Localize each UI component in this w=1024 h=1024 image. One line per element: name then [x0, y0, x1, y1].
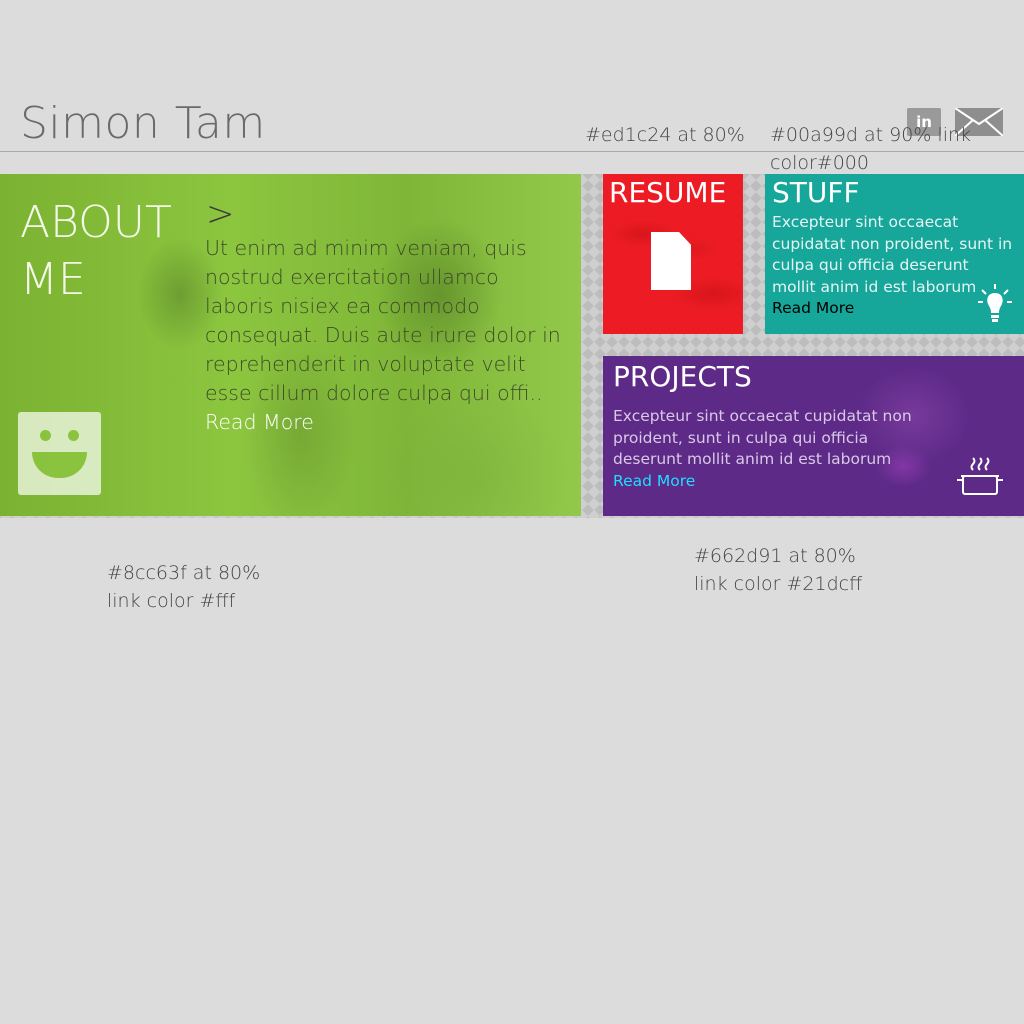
about-heading: ABOUT ME: [20, 197, 172, 305]
smiley-right-eye: [68, 430, 79, 441]
site-title[interactable]: Simon Tam: [20, 96, 266, 152]
annotation-purple: #662d91 at 80% link color #21dcff: [694, 542, 862, 598]
annotation-green-link: link color #fff: [107, 590, 236, 612]
annotation-purple-color: #662d91 at 80%: [694, 545, 856, 567]
smiley-icon: [18, 412, 101, 495]
projects-body-text: Excepteur sint occaecat cupidatat non pr…: [613, 407, 912, 468]
projects-read-more-link[interactable]: Read More: [613, 472, 695, 490]
about-body-text: Ut enim ad minim veniam, quis nostrud ex…: [205, 236, 561, 405]
stuff-body-text: Excepteur sint occaecat cupidatat non pr…: [772, 213, 1013, 296]
annotation-red: #ed1c24 at 80%: [585, 124, 745, 146]
stuff-title: STUFF: [772, 176, 860, 209]
about-read-more-link[interactable]: Read More: [205, 410, 314, 434]
annotation-green-color: #8cc63f at 80%: [107, 562, 261, 584]
smiley-mouth: [32, 452, 87, 478]
chevron-right-icon: >: [206, 194, 235, 234]
projects-card[interactable]: PROJECTS Excepteur sint occaecat cupidat…: [603, 356, 1024, 516]
projects-text: Excepteur sint occaecat cupidatat non pr…: [613, 406, 913, 492]
cooking-pot-icon: [957, 457, 1003, 495]
smiley-left-eye: [40, 430, 51, 441]
resume-title: RESUME: [609, 176, 727, 209]
about-card[interactable]: ABOUT ME > Ut enim ad minim veniam, quis…: [0, 174, 581, 516]
annotation-teal: #00a99d at 90% link color#000: [770, 124, 972, 174]
resume-card[interactable]: RESUME: [603, 174, 743, 334]
stuff-card[interactable]: STUFF Excepteur sint occaecat cupidatat …: [765, 174, 1024, 334]
lightbulb-icon: [978, 284, 1012, 322]
annotation-green: #8cc63f at 80% link color #fff: [107, 559, 260, 615]
annotation-purple-link: link color #21dcff: [694, 573, 863, 595]
about-text: Ut enim ad minim veniam, quis nostrud ex…: [205, 234, 565, 437]
projects-title: PROJECTS: [613, 360, 752, 393]
document-icon: [651, 232, 691, 290]
stuff-read-more-link[interactable]: Read More: [772, 299, 854, 317]
